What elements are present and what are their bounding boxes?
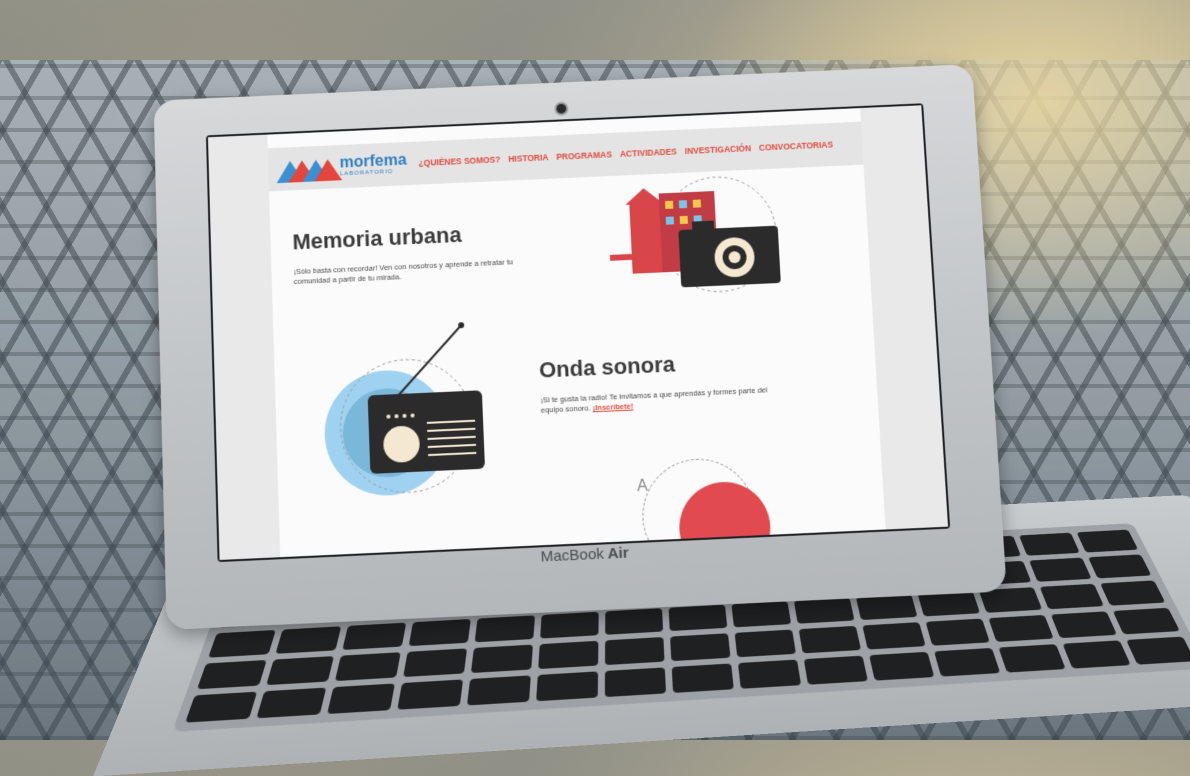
key (408, 618, 471, 647)
laptop: morfema LABORATORIO ¿QUIÉNES SOMOS? HIST… (0, 0, 1190, 776)
key (604, 667, 667, 698)
key (1039, 583, 1104, 610)
key (536, 671, 599, 702)
memoria-title: Memoria urbana (292, 222, 462, 255)
key (605, 637, 665, 666)
key (1088, 554, 1152, 579)
key (731, 601, 792, 628)
key (869, 651, 935, 681)
main-nav: ¿QUIÉNES SOMOS? HISTORIA PROGRAMAS ACTIV… (418, 140, 833, 168)
inscribete-link[interactable]: ¡Inscríbete! (593, 402, 634, 413)
key (925, 618, 990, 646)
key (862, 622, 926, 650)
logo-name: morfema (339, 151, 407, 172)
radio-illustration (322, 317, 486, 499)
key (737, 659, 802, 689)
onda-title: Onda sonora (538, 351, 676, 383)
city-camera-illustration (609, 167, 811, 304)
nav-convocatorias[interactable]: CONVOCATORIAS (759, 140, 833, 153)
key (803, 655, 868, 685)
laptop-lid: morfema LABORATORIO ¿QUIÉNES SOMOS? HIST… (153, 64, 1007, 630)
key (855, 594, 918, 621)
screen-bezel: morfema LABORATORIO ¿QUIÉNES SOMOS? HIST… (205, 103, 951, 563)
key (1050, 611, 1118, 639)
logo-text: morfema LABORATORIO (339, 151, 407, 178)
key (988, 614, 1054, 642)
building-icon (629, 203, 663, 274)
key (538, 640, 599, 670)
key (540, 611, 599, 639)
key (1100, 580, 1166, 606)
key (1062, 640, 1131, 669)
letter-a-icon: A (636, 477, 649, 496)
key (256, 687, 327, 719)
nav-actividades[interactable]: ACTIVIDADES (620, 147, 677, 159)
key (793, 597, 855, 624)
webcam (556, 103, 567, 114)
key (798, 625, 862, 654)
key (342, 622, 407, 650)
brand-label-regular: MacBook (540, 545, 605, 566)
key (1126, 636, 1190, 665)
key (196, 659, 267, 690)
logo-mark-icon (276, 153, 343, 184)
radio-icon (367, 390, 486, 474)
key (1029, 557, 1092, 582)
nav-investigacion[interactable]: INVESTIGACIÓN (685, 143, 752, 156)
key (605, 608, 664, 635)
nav-historia[interactable]: HISTORIA (508, 152, 548, 164)
key (933, 647, 1001, 677)
nav-programas[interactable]: PROGRAMAS (556, 149, 612, 161)
key (397, 679, 464, 710)
key (668, 604, 728, 632)
roof-icon (624, 187, 664, 205)
key (266, 656, 334, 686)
key (1076, 529, 1139, 553)
key (334, 652, 401, 682)
key (327, 683, 395, 714)
key (998, 644, 1066, 673)
key (275, 626, 342, 654)
key (1018, 532, 1080, 556)
key (403, 648, 468, 678)
screen: morfema LABORATORIO ¿QUIÉNES SOMOS? HIST… (207, 105, 949, 560)
web-page: morfema LABORATORIO ¿QUIÉNES SOMOS? HIST… (267, 108, 886, 560)
brand-label-bold: Air (603, 544, 629, 563)
key (185, 691, 258, 723)
onda-text: ¡Si te gusta la radio! Te invitamos a qu… (540, 385, 781, 416)
key (670, 633, 731, 662)
site-logo[interactable]: morfema LABORATORIO (276, 150, 407, 184)
nav-quienes-somos[interactable]: ¿QUIÉNES SOMOS? (418, 154, 500, 167)
key (734, 629, 797, 658)
key (466, 675, 531, 706)
key (1112, 607, 1180, 635)
key (208, 629, 276, 658)
key (470, 644, 533, 674)
onda-text-body: ¡Si te gusta la radio! Te invitamos a qu… (540, 385, 768, 415)
key (474, 615, 535, 643)
key (671, 663, 734, 693)
memoria-text: ¡Sólo basta con recordar! Ven con nosotr… (293, 257, 514, 287)
